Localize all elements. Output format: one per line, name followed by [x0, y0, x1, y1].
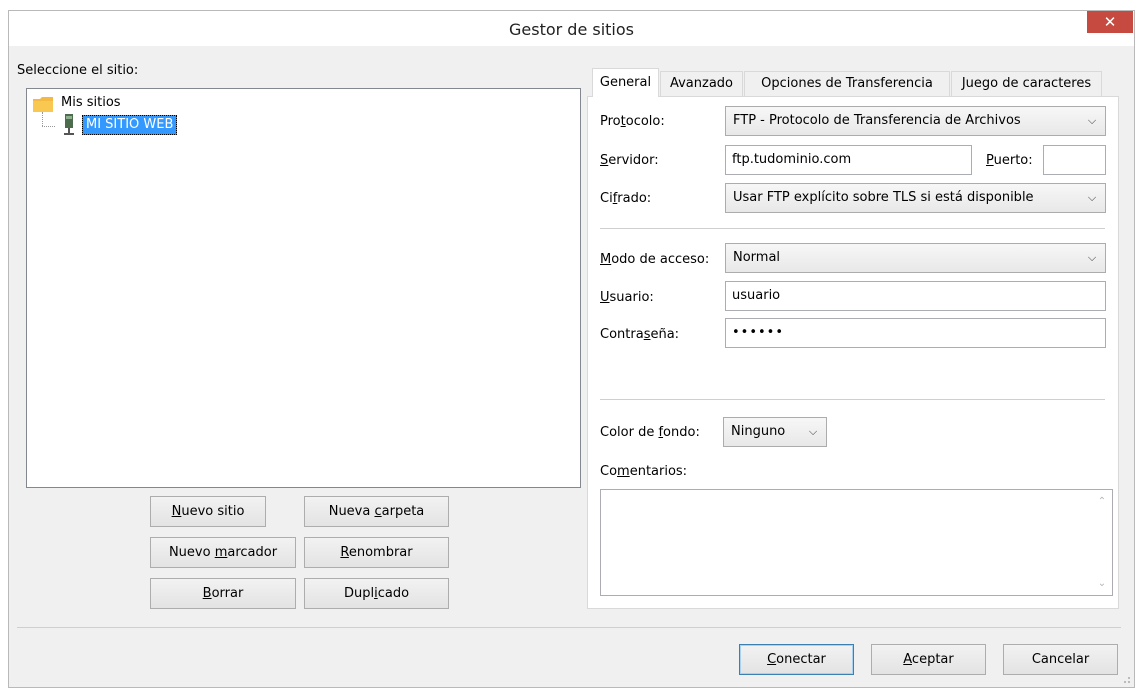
port-input[interactable]: [1043, 145, 1106, 175]
folder-icon: [33, 97, 53, 112]
port-label: Puerto:: [986, 153, 1033, 168]
password-label: Contraseña:: [600, 327, 680, 342]
site-tree[interactable]: Mis sitios MI SITIO WEB: [26, 88, 581, 488]
close-icon: ✕: [1103, 13, 1117, 31]
select-site-label: Seleccione el sitio:: [17, 63, 139, 78]
protocol-label: Protocolo:: [600, 114, 665, 129]
encryption-select[interactable]: Usar FTP explícito sobre TLS si está dis…: [725, 183, 1106, 213]
tree-connector: [42, 112, 43, 126]
tab-transfer-settings[interactable]: Opciones de Transferencia: [744, 71, 950, 96]
resize-grip-icon[interactable]: [1121, 674, 1131, 684]
tab-charset[interactable]: Juego de caracteres: [951, 71, 1102, 96]
tree-item-my-website[interactable]: MI SITIO WEB: [82, 115, 178, 135]
new-bookmark-button[interactable]: Nuevo marcador: [150, 537, 296, 568]
title-bar: Gestor de sitios ✕: [9, 11, 1134, 46]
chevron-down-icon: ⌵: [1087, 251, 1097, 264]
footer-divider: [17, 627, 1121, 628]
site-manager-window: Gestor de sitios ✕ Seleccione el sitio: …: [8, 10, 1135, 688]
user-input[interactable]: usuario: [725, 281, 1106, 311]
scroll-up-icon[interactable]: ⌃: [1096, 496, 1108, 507]
protocol-select[interactable]: FTP - Protocolo de Transferencia de Arch…: [725, 106, 1106, 136]
new-folder-button[interactable]: Nueva carpeta: [304, 496, 449, 527]
new-site-button[interactable]: Nuevo sitio: [150, 496, 266, 527]
tree-item-label: Mis sitios: [61, 95, 121, 110]
comments-label: Comentarios:: [600, 464, 688, 479]
server-icon: [64, 114, 74, 135]
background-color-label: Color de fondo:: [600, 425, 700, 440]
chevron-down-icon: ⌵: [1087, 114, 1097, 127]
tab-advanced[interactable]: Avanzado: [660, 71, 743, 96]
connect-button[interactable]: Conectar: [739, 644, 854, 675]
close-button[interactable]: ✕: [1087, 11, 1133, 33]
password-input[interactable]: ••••••: [725, 318, 1106, 348]
background-color-select[interactable]: Ninguno ⌵: [723, 417, 827, 447]
encryption-label: Cifrado:: [600, 191, 652, 206]
comments-textarea[interactable]: ⌃ ⌄: [600, 489, 1113, 596]
chevron-down-icon: ⌵: [1087, 191, 1097, 204]
ok-button[interactable]: Aceptar: [871, 644, 986, 675]
rename-button[interactable]: Renombrar: [304, 537, 449, 568]
cancel-button[interactable]: Cancelar: [1003, 644, 1118, 675]
divider: [600, 228, 1105, 229]
server-input[interactable]: ftp.tudominio.com: [725, 145, 972, 175]
duplicate-button[interactable]: Duplicado: [304, 578, 449, 609]
tab-general[interactable]: General: [592, 68, 659, 97]
chevron-down-icon: ⌵: [808, 425, 818, 438]
user-label: Usuario:: [600, 290, 654, 305]
logon-type-select[interactable]: Normal ⌵: [725, 243, 1106, 273]
tree-connector: [42, 126, 55, 127]
divider: [600, 399, 1105, 400]
scroll-down-icon[interactable]: ⌄: [1096, 578, 1108, 589]
window-title: Gestor de sitios: [508, 20, 634, 39]
server-label: Servidor:: [600, 153, 659, 168]
delete-button[interactable]: Borrar: [150, 578, 296, 609]
logon-type-label: Modo de acceso:: [600, 252, 710, 267]
